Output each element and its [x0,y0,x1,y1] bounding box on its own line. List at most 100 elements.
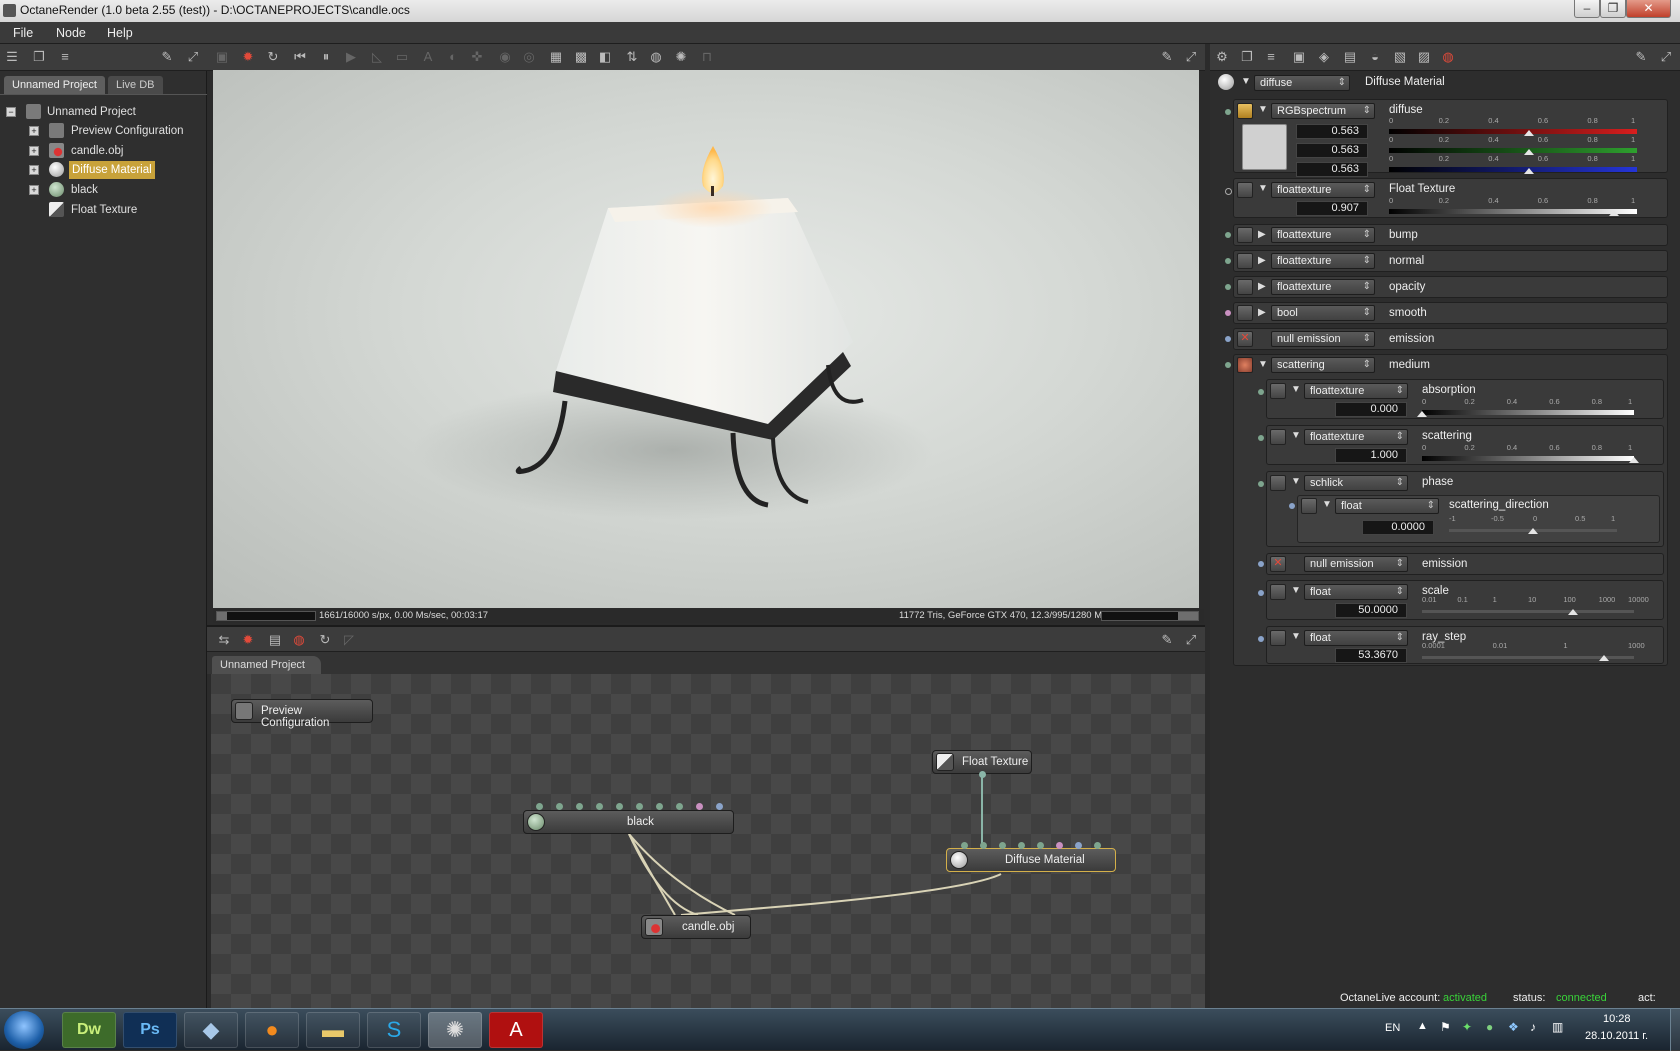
graph-stop-icon[interactable]: ✹ [240,632,256,648]
slider-thumb[interactable] [1528,528,1538,534]
tree-item-diffuse-material[interactable]: + Diffuse Material [29,161,199,179]
alpha-icon[interactable]: ▦ [548,49,564,65]
camera-icon[interactable]: ◎ [521,49,537,65]
fullscreen-icon[interactable]: ⤢ [1183,49,1199,65]
collapse-arrow-icon[interactable]: ▼ [1291,384,1301,395]
graph-material-icon[interactable]: ◍ [291,632,307,648]
start-button[interactable] [4,1011,44,1049]
close-button[interactable]: ✕ [1626,0,1671,18]
ray-step-type-dropdown[interactable]: float [1304,630,1408,646]
smooth-row[interactable]: ▶ bool smooth [1225,302,1668,324]
volume-icon[interactable]: ♪ [1530,1020,1536,1034]
opacity-type-dropdown[interactable]: floattexture [1271,279,1375,295]
expand-arrow-icon[interactable]: ▶ [1258,255,1266,266]
collapse-arrow-icon[interactable]: ▼ [1241,76,1251,87]
collapse-arrow-icon[interactable]: ▼ [1291,476,1301,487]
color-swatch[interactable] [1242,124,1287,170]
tree-item-candle-obj[interactable]: + candle.obj [29,142,199,160]
bump-type-dropdown[interactable]: floattexture [1271,227,1375,243]
graph-save-icon[interactable]: ▤ [267,632,283,648]
show-desktop-button[interactable] [1670,1009,1680,1051]
tab-graph-unnamed-project[interactable]: Unnamed Project [212,656,321,674]
ray-step-slider[interactable]: 0.0001 0.01 1 1000 [1422,641,1645,661]
opacity-row[interactable]: ▶ floattexture opacity [1225,276,1668,298]
graph-layout-icon[interactable]: ⇆ [216,632,232,648]
expand-icon[interactable]: + [29,146,39,156]
white-balance-icon[interactable]: ◐ [445,49,461,65]
camera-reset-icon[interactable]: ◉ [497,49,513,65]
rewind-icon[interactable]: ⏮ [292,49,308,65]
normal-row[interactable]: ▶ floattexture normal [1225,250,1668,272]
float-texture-value-input[interactable]: 0.907 [1296,201,1368,216]
tab-unnamed-project[interactable]: Unnamed Project [4,76,105,94]
grid-icon[interactable]: ◧ [597,49,613,65]
tab-live-db[interactable]: Live DB [108,76,163,94]
emission-row[interactable]: ✕ null emission emission [1225,328,1668,350]
wrench-icon[interactable]: ✎ [1633,49,1649,65]
slider-thumb[interactable] [1523,168,1534,174]
ray-step-value-input[interactable]: 53.3670 [1335,648,1407,663]
explorer-icon[interactable]: ▬ [306,1012,360,1048]
node-preview-configuration[interactable]: Preview Configuration [231,699,373,729]
wrench-icon[interactable]: ✎ [1159,49,1175,65]
collapse-arrow-icon[interactable]: ▼ [1258,104,1268,115]
panel-icon[interactable]: ▤ [1342,49,1358,65]
menu-node[interactable]: Node [56,26,86,40]
scattering-direction-slider[interactable]: -1 -0.5 0 0.5 1 [1449,514,1617,534]
output-pin[interactable] [979,771,986,778]
material-type-dropdown[interactable]: diffuse [1254,75,1350,91]
expand-arrow-icon[interactable]: ▶ [1258,307,1266,318]
slider-track[interactable] [1389,167,1637,172]
scattering-direction-value-input[interactable]: 0.0000 [1362,520,1434,535]
env-icon[interactable]: ◒ [1367,49,1383,65]
language-indicator[interactable]: EN [1385,1022,1400,1034]
phase-type-dropdown[interactable]: schlick [1304,475,1408,491]
menu-help[interactable]: Help [107,26,133,40]
copy-icon[interactable]: ❐ [31,49,47,65]
lock-icon[interactable]: ⊓ [699,49,715,65]
node-diffuse-material[interactable]: Diffuse Material [946,848,1116,872]
slider-track[interactable] [1422,610,1634,613]
expand-arrow-icon[interactable]: ▶ [1258,229,1266,240]
graph-refresh-icon[interactable]: ↻ [317,632,333,648]
absorption-type-dropdown[interactable]: floattexture [1304,383,1408,399]
scattering-value-input[interactable]: 1.000 [1335,448,1407,463]
expand-arrow-icon[interactable]: ▶ [1258,281,1266,292]
scale-type-dropdown[interactable]: float [1304,584,1408,600]
autofocus-icon[interactable]: A [420,49,436,65]
dropbox-icon[interactable]: ❖ [1508,1020,1519,1034]
fullscreen-icon[interactable]: ⤢ [1183,632,1199,648]
slider-track[interactable] [1389,148,1637,153]
slider-thumb[interactable] [1417,411,1427,417]
collapse-icon[interactable]: − [6,107,16,117]
collapse-arrow-icon[interactable]: ▼ [1291,631,1301,642]
sync-icon[interactable]: ⇅ [624,49,640,65]
diffuse-type-dropdown[interactable]: RGBspectrum [1271,103,1375,119]
settings-icon[interactable]: ⚙ [1214,49,1230,65]
red-value-input[interactable]: 0.563 [1296,124,1368,139]
tray-expand-icon[interactable]: ▲ [1417,1020,1428,1032]
outliner-icon[interactable]: ☰ [4,49,20,65]
node-black[interactable]: black [523,810,734,834]
medium-emission-row[interactable]: ✕ null emission emission [1258,553,1664,575]
smooth-type-dropdown[interactable]: bool [1271,305,1375,321]
monitor-icon[interactable]: ▭ [394,49,410,65]
mesh-icon[interactable]: ◍ [1440,49,1456,65]
render-viewport[interactable] [213,70,1199,608]
blue-value-input[interactable]: 0.563 [1296,162,1368,177]
picture-icon[interactable]: ▧ [1392,49,1408,65]
slider-thumb[interactable] [1608,210,1619,216]
wrench-icon[interactable]: ✎ [159,49,175,65]
scattering-slider[interactable]: 0 0.2 0.4 0.6 0.8 1 [1422,443,1639,463]
expand-icon[interactable]: + [29,185,39,195]
pause-icon[interactable]: ⏸ [318,49,334,65]
tree-item-black[interactable]: + black [29,181,199,199]
collapse-arrow-icon[interactable]: ▼ [1258,183,1268,194]
firefox-icon[interactable]: ● [245,1012,299,1048]
texture-icon[interactable]: ▨ [1416,49,1432,65]
scale-slider[interactable]: 0.01 0.1 1 10 100 1000 10000 [1422,595,1649,615]
restart-icon[interactable]: ↻ [265,49,281,65]
acrobat-icon[interactable]: A [489,1012,543,1048]
save-icon[interactable]: ▣ [214,49,230,65]
slider-track[interactable] [1389,209,1637,214]
